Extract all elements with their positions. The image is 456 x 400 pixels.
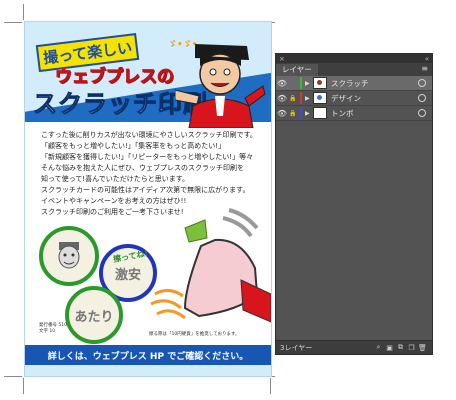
layer-name[interactable]: デザイン	[331, 93, 418, 104]
face-illustration	[58, 242, 80, 269]
tab-layers[interactable]: レイヤー	[276, 64, 318, 76]
layer-thumbnail	[313, 77, 327, 89]
delete-icon[interactable]: 🗑	[417, 344, 428, 352]
scratch-circle-atari: あたり	[65, 286, 123, 344]
visibility-eye-icon[interactable]: 👁	[276, 79, 288, 88]
crop-mark	[23, 378, 24, 394]
lock-icon[interactable]: 🔒	[288, 110, 298, 117]
scratch-circle-face	[39, 226, 99, 286]
body-line: 知って使って!喜んでいただけたらと思います。	[41, 175, 190, 183]
layer-row-tombo[interactable]: 👁 🔒 ▶ トンボ	[276, 106, 432, 121]
flyer-artwork[interactable]: 撮って楽しい ゞ•ゞ• ウェブプレスの スクラッチ印刷 こすった後に削りカスが出…	[24, 21, 272, 377]
layer-thumbnail	[313, 92, 327, 104]
circle-label: あたり	[74, 309, 114, 325]
layer-target-icon[interactable]	[418, 94, 426, 102]
body-line: そんな悩みを抱えた人にぜひ、ウェブプレスのスクラッチ印刷を	[41, 164, 244, 172]
collapse-panel-icon[interactable]: «	[425, 55, 429, 63]
lock-icon[interactable]: 🔒	[288, 95, 298, 102]
layer-color-indicator	[300, 92, 302, 104]
body-line: スクラッチカードの可能性はアイディア次第で無限に広がります。	[41, 186, 250, 194]
layer-target-icon[interactable]	[418, 79, 426, 87]
mascot-illustration	[175, 44, 266, 128]
circle-label: 激安	[114, 267, 141, 283]
expand-triangle-icon[interactable]: ▶	[305, 110, 313, 117]
visibility-eye-icon[interactable]: 👁	[276, 94, 288, 103]
panel-footer: 3レイヤー ⌕ ▣ ⧉ ❐ 🗑	[276, 340, 432, 354]
layer-target-icon[interactable]	[418, 109, 426, 117]
make-clipping-mask-icon[interactable]: ▣	[384, 344, 395, 352]
crop-mark	[4, 376, 22, 377]
layer-name[interactable]: トンボ	[331, 108, 418, 119]
body-line: 「顧客をもっと増やしたい!」「集客率をもっと高めたい!」	[41, 142, 226, 150]
panel-title-bar[interactable]: × «	[276, 54, 432, 63]
note-left: 文字 10	[39, 329, 56, 334]
crop-mark	[23, 4, 24, 20]
expand-triangle-icon[interactable]: ▶	[305, 95, 313, 102]
note-right: 擦る際は「10円硬貨」を推奨しております。	[149, 332, 240, 337]
layer-color-indicator	[300, 77, 302, 89]
new-sublayer-icon[interactable]: ⧉	[395, 343, 406, 352]
crop-mark	[270, 378, 271, 394]
new-layer-icon[interactable]: ❐	[406, 344, 417, 352]
body-line: 「新規顧客を獲得したい!」「リピーターをもっと増やしたい!」等々	[41, 153, 254, 161]
layer-count-label: 3レイヤー	[280, 343, 313, 352]
search-icon[interactable]: ⌕	[373, 343, 384, 352]
close-panel-icon[interactable]: ×	[279, 55, 285, 63]
panel-menu-icon[interactable]: ≡	[421, 64, 428, 73]
panel-tab-strip: レイヤー ≡	[276, 63, 432, 76]
bottom-banner: 詳しくは、ウェブプレス HP でご確認ください。	[25, 345, 271, 365]
layer-row-scratch[interactable]: 👁 ▶ スクラッチ	[276, 76, 432, 91]
crop-mark	[4, 22, 22, 23]
layers-panel[interactable]: × « レイヤー ≡ 👁 ▶ スクラッチ 👁 🔒 ▶ デザイン 👁 🔒 ▶ トン…	[275, 53, 433, 355]
layer-row-design[interactable]: 👁 🔒 ▶ デザイン	[276, 91, 432, 106]
layer-thumbnail	[313, 107, 327, 119]
expand-triangle-icon[interactable]: ▶	[305, 80, 313, 87]
layer-name[interactable]: スクラッチ	[331, 78, 418, 89]
visibility-eye-icon[interactable]: 👁	[276, 109, 288, 118]
body-line: こすった後に削りカスが出ない環境にやさしいスクラッチ印刷です。	[41, 131, 257, 139]
layer-color-indicator	[300, 107, 302, 119]
scratching-hand-illustration	[150, 208, 271, 323]
